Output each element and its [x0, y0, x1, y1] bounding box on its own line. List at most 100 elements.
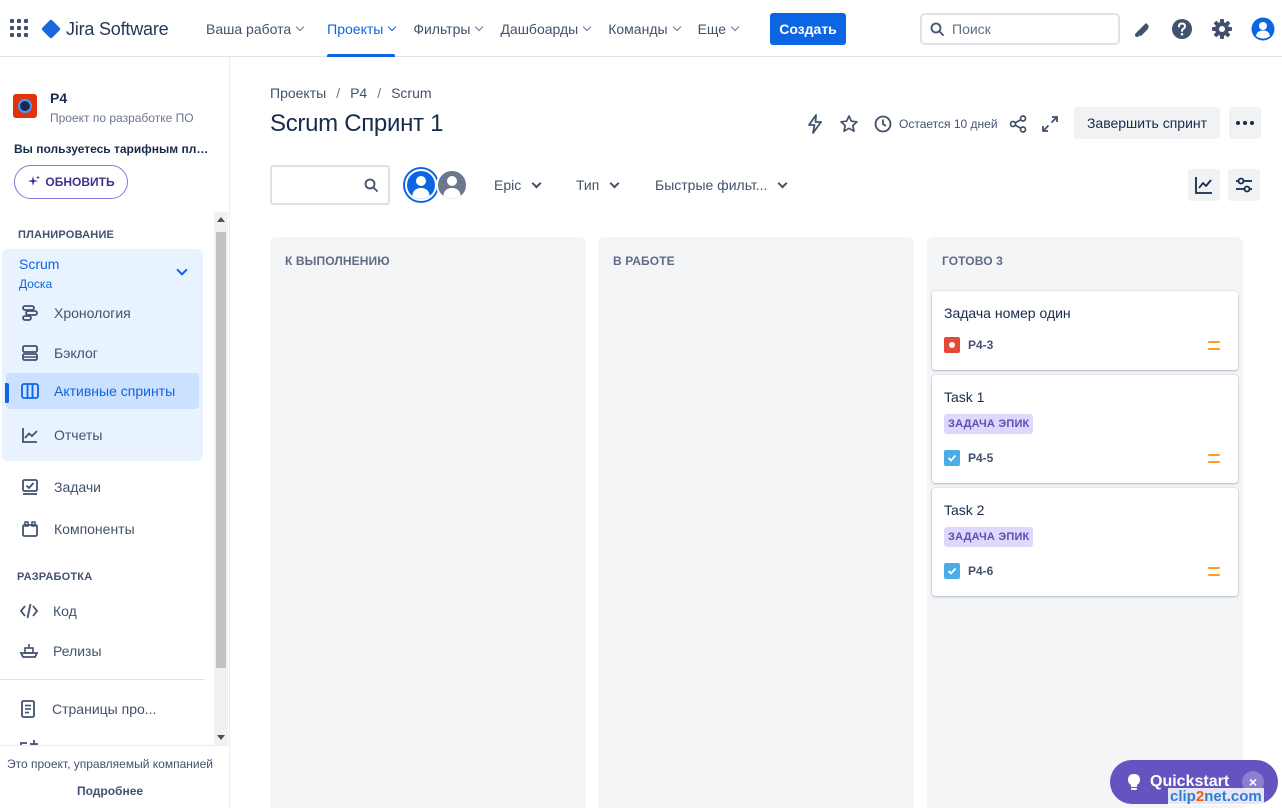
nav-items: Ваша работа Проекты Фильтры Дашбоарды Ко… — [198, 0, 746, 57]
quick-filters[interactable]: Быстрые фильт... — [655, 170, 788, 200]
watermark-text: clip — [1170, 788, 1196, 805]
search-icon — [364, 178, 378, 192]
epic-lozenge[interactable]: ЗАДАЧА ЭПИК — [944, 527, 1034, 547]
type-filter[interactable]: Тип — [576, 170, 620, 200]
epic-filter[interactable]: Epic — [494, 170, 542, 200]
search-input[interactable] — [952, 21, 1102, 37]
sidebar-item-label: Страницы про... — [52, 701, 157, 717]
sidebar-item-releases[interactable]: Релизы — [17, 633, 197, 669]
plan-note: Вы пользуетесь тарифным план... — [14, 142, 214, 156]
learn-more-link[interactable]: Подробнее — [0, 784, 220, 798]
code-icon — [17, 599, 41, 623]
scroll-up-icon[interactable] — [217, 217, 225, 222]
sidebar-item-components[interactable]: Компоненты — [18, 511, 198, 547]
fullscreen-icon[interactable] — [1039, 113, 1061, 135]
column-todo: К ВЫПОЛНЕНИЮ — [270, 237, 586, 808]
nav-label: Проекты — [327, 20, 384, 37]
share-icon[interactable] — [1007, 113, 1029, 135]
scroll-down-icon[interactable] — [217, 735, 225, 740]
breadcrumb-separator: / — [377, 85, 382, 101]
project-type: Проект по разработке ПО — [50, 111, 194, 125]
breadcrumb-board[interactable]: Scrum — [391, 85, 431, 101]
priority-medium-icon — [1208, 454, 1220, 463]
board-type: Доска — [19, 277, 53, 291]
priority-medium-icon — [1208, 567, 1220, 576]
nav-projects[interactable]: Проекты — [319, 0, 403, 57]
lightbulb-icon — [1128, 774, 1140, 790]
project-avatar[interactable] — [13, 94, 37, 118]
issue-key[interactable]: P4-6 — [968, 564, 993, 578]
column-title: ГОТОВО 3 — [942, 254, 1003, 268]
sidebar-item-label: Код — [53, 603, 77, 619]
card-title: Task 2 — [944, 502, 985, 518]
upgrade-button[interactable]: ОБНОВИТЬ — [14, 165, 128, 199]
issue-card[interactable]: Задача номер один P4-3 — [932, 291, 1238, 370]
breadcrumb-projects[interactable]: Проекты — [270, 85, 326, 101]
chevron-down-icon — [672, 22, 681, 31]
board-name[interactable]: Scrum — [19, 256, 59, 272]
issue-card[interactable]: Task 2 ЗАДАЧА ЭПИК P4-6 — [932, 488, 1238, 596]
view-settings-button[interactable] — [1228, 169, 1260, 201]
nav-label: Ваша работа — [206, 20, 292, 37]
sidebar-item-reports[interactable]: Отчеты — [18, 417, 198, 453]
sidebar-item-issues[interactable]: Задачи — [18, 469, 198, 505]
insights-button[interactable] — [1188, 169, 1220, 201]
issues-icon — [18, 475, 42, 499]
chevron-down-icon — [295, 22, 305, 31]
issue-key[interactable]: P4-5 — [968, 451, 993, 465]
help-icon[interactable] — [1170, 17, 1194, 41]
nav-dashboards[interactable]: Дашбоарды — [492, 0, 598, 57]
nav-teams[interactable]: Команды — [600, 0, 687, 57]
board-search[interactable] — [270, 165, 390, 205]
create-button[interactable]: Создать — [770, 13, 846, 45]
project-name[interactable]: P4 — [50, 90, 67, 106]
user-icon — [412, 176, 430, 199]
task-icon — [944, 563, 960, 579]
sparkle-icon — [28, 175, 41, 186]
unassigned-avatar[interactable] — [436, 169, 468, 201]
breadcrumb-project[interactable]: P4 — [350, 85, 367, 101]
nav-your-work[interactable]: Ваша работа — [198, 0, 311, 57]
scrollbar-thumb[interactable] — [216, 232, 226, 668]
sidebar-item-label: Бэклог — [54, 345, 98, 361]
filter-label: Тип — [576, 177, 600, 193]
chevron-down-icon — [730, 22, 740, 31]
settings-icon[interactable] — [1210, 17, 1234, 41]
automation-icon[interactable] — [804, 113, 826, 135]
sidebar-item-timeline[interactable]: Хронология — [18, 295, 198, 331]
card-title: Task 1 — [944, 389, 985, 405]
column-done: ГОТОВО 3 Задача номер один P4-3 Task 1 З… — [927, 237, 1243, 808]
sidebar-item-backlog[interactable]: Бэклог — [18, 335, 198, 371]
nav-filters[interactable]: Фильтры — [405, 0, 490, 57]
chevron-down-icon — [609, 178, 620, 188]
top-navigation: Jira Software Ваша работа Проекты Фильтр… — [0, 0, 1282, 57]
nav-label: Дашбоарды — [500, 20, 579, 37]
filter-label: Epic — [494, 177, 522, 193]
epic-lozenge[interactable]: ЗАДАЧА ЭПИК — [944, 414, 1034, 434]
sidebar-item-project-pages[interactable]: Страницы про... — [16, 691, 196, 727]
watermark-text: 2 — [1195, 788, 1205, 805]
assignee-avatar[interactable] — [405, 169, 437, 201]
selected-indicator — [5, 383, 9, 403]
profile-icon[interactable] — [1251, 17, 1275, 41]
column-title: В РАБОТЕ — [613, 254, 675, 268]
app-switcher-icon[interactable] — [10, 19, 30, 39]
more-actions-button[interactable] — [1229, 107, 1261, 139]
star-icon[interactable] — [838, 113, 860, 135]
issue-key[interactable]: P4-3 — [968, 338, 993, 352]
nav-more[interactable]: Еще — [690, 0, 747, 57]
sidebar-item-label: Задачи — [54, 479, 102, 495]
jira-logo[interactable]: Jira Software — [41, 17, 169, 41]
sidebar-item-label: Отчеты — [54, 427, 103, 443]
board-search-input[interactable] — [278, 175, 358, 195]
sidebar-item-code[interactable]: Код — [17, 593, 197, 629]
chevron-down-icon[interactable] — [176, 264, 188, 276]
sidebar-item-active-sprints[interactable]: Активные спринты — [6, 373, 199, 409]
sidebar-divider — [0, 679, 205, 680]
card-meta: P4-6 — [944, 563, 993, 579]
development-section-title: РАЗРАБОТКА — [17, 571, 93, 583]
complete-sprint-button[interactable]: Завершить спринт — [1074, 107, 1220, 139]
global-search[interactable] — [920, 13, 1120, 45]
issue-card[interactable]: Task 1 ЗАДАЧА ЭПИК P4-5 — [932, 375, 1238, 483]
notification-icon[interactable] — [1130, 17, 1154, 41]
